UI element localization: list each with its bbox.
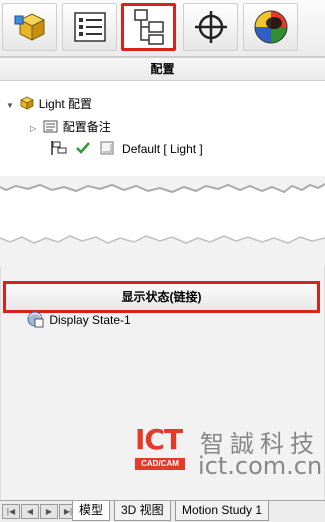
expand-arrow-icon[interactable]: ▷ xyxy=(30,119,40,139)
feature-manager-tab[interactable] xyxy=(2,3,57,51)
tab-3d-view[interactable]: 3D 视图 xyxy=(114,501,171,521)
crosshair-icon xyxy=(194,11,227,43)
property-list-icon xyxy=(73,12,106,42)
dimxpert-manager-tab[interactable] xyxy=(183,3,238,51)
display-state-header: 显示状态(链接) xyxy=(3,281,320,313)
ict-logo: ICT CAD/CAM xyxy=(135,424,190,476)
active-check-icon xyxy=(76,142,91,154)
panel-title: 配置 xyxy=(150,62,175,76)
display-manager-tab[interactable] xyxy=(243,3,298,51)
tree-notes-label: 配置备注 xyxy=(62,120,111,134)
tree-root-row[interactable]: ▼ Light 配置 xyxy=(6,94,92,114)
first-tab-icon[interactable]: |◀ xyxy=(2,504,20,519)
appearance-sphere-icon xyxy=(254,10,287,44)
display-state-label: Display State-1 xyxy=(49,313,131,327)
tab-model[interactable]: 模型 xyxy=(72,501,111,521)
collapse-arrow-icon[interactable]: ▼ xyxy=(6,96,16,116)
tab-motion-study[interactable]: Motion Study 1 xyxy=(175,501,270,521)
configuration-flag-icon xyxy=(51,141,67,155)
tree-notes-row[interactable]: ▷ 配置备注 xyxy=(30,117,111,137)
configuration-panel-header: 配置 xyxy=(0,57,325,81)
display-state-icon xyxy=(27,311,44,328)
configuration-icon xyxy=(100,141,114,155)
part-cube-icon xyxy=(20,96,35,110)
manager-tab-bar xyxy=(0,0,325,57)
logo-text: ICT xyxy=(135,423,183,456)
company-url: ict.com.cn xyxy=(198,452,323,480)
bottom-tab-bar: |◀ ◀ ▶ ▶| 模型 3D 视图 Motion Study 1 xyxy=(0,500,325,522)
display-state-title: 显示状态(链接) xyxy=(121,290,202,304)
tab-scroll-arrows: |◀ ◀ ▶ ▶| xyxy=(2,504,77,519)
logo-subtext: CAD/CAM xyxy=(135,458,185,470)
configuration-manager-tab[interactable] xyxy=(121,3,176,51)
configuration-manager-window: 配置 ▼ Light 配置 ▷ 配置备注 Default [Light] 显… xyxy=(0,0,325,522)
property-manager-tab[interactable] xyxy=(62,3,117,51)
prev-tab-icon[interactable]: ◀ xyxy=(21,504,39,519)
next-tab-icon[interactable]: ▶ xyxy=(40,504,58,519)
torn-paper-divider xyxy=(0,176,325,266)
tree-default-config-row[interactable]: Default [ Light ] xyxy=(50,139,203,159)
tree-root-label: Light 配置 xyxy=(38,97,93,111)
part-cube-icon xyxy=(14,13,45,41)
configuration-tree-icon xyxy=(133,9,164,45)
display-state-item[interactable]: Display State-1 xyxy=(26,310,131,330)
notes-folder-icon xyxy=(43,120,58,133)
tree-default-config-label: Default [ Light ] xyxy=(122,142,203,156)
